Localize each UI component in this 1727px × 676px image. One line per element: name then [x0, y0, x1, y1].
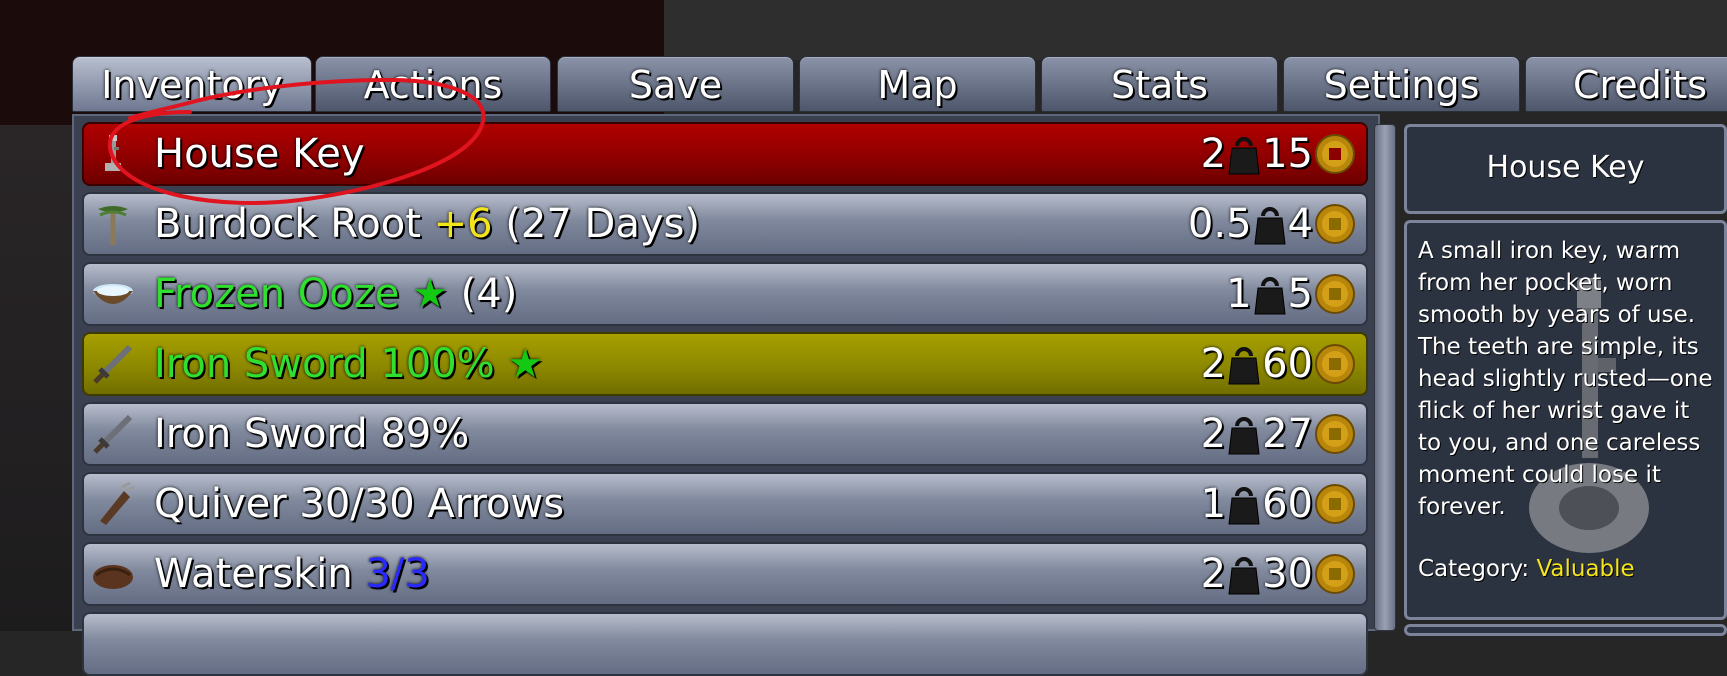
- item-weight: 2: [1200, 411, 1227, 457]
- weight-icon: [1228, 417, 1260, 455]
- inventory-row-iron-sword-100[interactable]: Iron Sword 100% ★ 2 60: [82, 332, 1368, 396]
- background-left: [0, 125, 76, 631]
- item-value: 60: [1262, 481, 1313, 527]
- weight-icon: [1228, 347, 1260, 385]
- weight-icon: [1228, 137, 1260, 175]
- item-value: 15: [1262, 131, 1313, 177]
- tab-inventory[interactable]: Inventory: [72, 56, 312, 112]
- item-detail-footer: [1404, 624, 1727, 636]
- item-bonus: +6: [433, 201, 493, 247]
- inventory-scrollbar[interactable]: [1374, 124, 1396, 631]
- item-weight: 1: [1226, 271, 1252, 317]
- tab-save[interactable]: Save: [557, 56, 794, 112]
- inventory-row-quiver[interactable]: Quiver 30/30 Arrows 1 60: [82, 472, 1368, 536]
- item-value: 27: [1262, 411, 1313, 457]
- item-weight: 2: [1200, 551, 1227, 597]
- inventory-row-waterskin[interactable]: Waterskin 3/3 2 30: [82, 542, 1368, 606]
- coin-icon: [1315, 344, 1355, 384]
- item-days: (27 Days): [505, 201, 700, 247]
- inventory-row-burdock-root[interactable]: Burdock Root +6 (27 Days) 0.5 4: [82, 192, 1368, 256]
- item-charges: 3/3: [365, 551, 430, 597]
- star-icon: ★: [412, 271, 448, 317]
- item-detail-panel: A small iron key, warm from her pocket, …: [1404, 220, 1727, 620]
- weight-icon: [1228, 557, 1260, 595]
- item-weight: 1: [1200, 481, 1227, 527]
- inventory-row-frozen-ooze[interactable]: Frozen Ooze ★ (4) 1 5: [82, 262, 1368, 326]
- item-detail-title: House Key: [1404, 124, 1727, 214]
- item-name: Waterskin 3/3: [154, 551, 430, 597]
- weight-icon: [1253, 277, 1286, 315]
- item-name: Quiver 30/30 Arrows: [154, 481, 565, 527]
- inventory-row-partial[interactable]: [82, 612, 1368, 676]
- item-weight: 2: [1200, 131, 1227, 177]
- item-value: 60: [1262, 341, 1313, 387]
- coin-icon: [1315, 274, 1355, 314]
- waterskin-icon: [93, 565, 133, 589]
- tab-stats[interactable]: Stats: [1041, 56, 1278, 112]
- coin-icon: [1315, 554, 1355, 594]
- item-category: Category: Valuable: [1418, 556, 1635, 582]
- item-weight: 2: [1200, 341, 1227, 387]
- item-category-value: Valuable: [1536, 556, 1635, 582]
- tab-actions[interactable]: Actions: [315, 56, 551, 112]
- item-count: (4): [460, 271, 518, 317]
- item-name: Iron Sword 89%: [154, 411, 470, 457]
- item-name: Iron Sword 100% ★: [154, 341, 544, 387]
- item-weight: 0.5: [1187, 201, 1252, 247]
- item-value: 5: [1287, 271, 1313, 317]
- key-icon: [105, 135, 121, 171]
- coin-icon: [1315, 134, 1355, 174]
- sword-icon: [93, 414, 133, 454]
- item-value: 30: [1262, 551, 1313, 597]
- item-name: Burdock Root +6 (27 Days): [154, 201, 700, 247]
- quiver-icon: [100, 481, 135, 525]
- weight-icon: [1253, 207, 1286, 245]
- coin-icon: [1315, 484, 1355, 524]
- inventory-row-house-key[interactable]: House Key 2 15: [82, 122, 1368, 186]
- item-name: Frozen Ooze ★ (4): [154, 271, 518, 317]
- item-value: 4: [1287, 201, 1313, 247]
- background-top: [664, 0, 1727, 60]
- coin-icon: [1315, 414, 1355, 454]
- star-icon: ★: [507, 341, 544, 387]
- ooze-bowl-icon: [93, 284, 133, 304]
- item-name: House Key: [154, 131, 365, 177]
- root-icon: [98, 206, 128, 245]
- inventory-row-iron-sword-89[interactable]: Iron Sword 89% 2 27: [82, 402, 1368, 466]
- tab-credits[interactable]: Credits: [1525, 56, 1727, 112]
- tab-settings[interactable]: Settings: [1283, 56, 1520, 112]
- sword-icon: [93, 344, 133, 384]
- item-description: A small iron key, warm from her pocket, …: [1418, 238, 1713, 520]
- weight-icon: [1228, 487, 1260, 525]
- tab-map[interactable]: Map: [799, 56, 1036, 112]
- coin-icon: [1315, 204, 1355, 244]
